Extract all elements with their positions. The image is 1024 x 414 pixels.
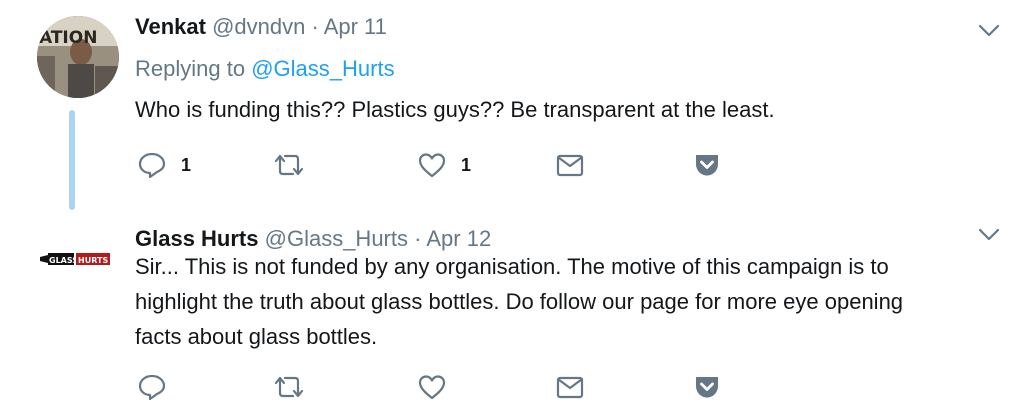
tweet-header: Venkat @dvndvn · Apr 11 <box>135 14 387 40</box>
pocket-icon <box>696 155 718 176</box>
svg-text:ATION: ATION <box>39 28 97 48</box>
direct-message-icon <box>556 154 584 177</box>
retweet-button[interactable] <box>271 150 321 180</box>
separator: · <box>311 14 319 39</box>
tweet-text-line: facts about glass bottles. <box>135 324 378 349</box>
reply-count: 1 <box>181 154 192 175</box>
reply-button[interactable] <box>137 372 181 402</box>
replying-to-label: Replying to <box>135 56 246 81</box>
user-handle[interactable]: @Glass_Hurts <box>265 226 408 251</box>
like-icon <box>418 153 446 178</box>
direct-message-icon <box>556 376 584 399</box>
tweet-date[interactable]: Apr 11 <box>324 14 387 39</box>
pocket-button[interactable] <box>693 150 721 180</box>
glass-hurts-logo[interactable]: GLASS HURTS <box>40 248 112 270</box>
replying-to: Replying to @Glass_Hurts <box>135 56 395 82</box>
reply-icon <box>138 374 166 401</box>
tweet-actions: 1 1 <box>135 150 735 180</box>
tweet-text-line: highlight the truth about glass bottles.… <box>135 289 904 314</box>
like-count: 1 <box>461 154 472 175</box>
pocket-icon <box>696 377 718 398</box>
display-name[interactable]: Venkat <box>135 14 206 39</box>
replying-to-mention[interactable]: @Glass_Hurts <box>251 56 394 81</box>
tweet-text: Who is funding this?? Plastics guys?? Be… <box>135 97 775 122</box>
chevron-down-icon[interactable] <box>978 24 1000 38</box>
profile-photo-icon: ATION <box>37 16 119 98</box>
retweet-button[interactable] <box>271 372 321 402</box>
separator: · <box>414 226 422 251</box>
direct-message-button[interactable] <box>555 372 585 402</box>
user-handle[interactable]: @dvndvn <box>212 14 305 39</box>
retweet-icon <box>274 376 304 398</box>
tweet[interactable]: GLASS HURTS Glass Hurts @Glass_Hurts · A… <box>0 210 1024 414</box>
chevron-down-icon[interactable] <box>978 228 1000 242</box>
tweet-text-line: Sir... This is not funded by any organis… <box>135 254 889 279</box>
tweet[interactable]: ATION Venkat @dvndvn · Apr 11 Replying t… <box>0 0 1024 210</box>
like-icon <box>418 375 446 400</box>
pocket-button[interactable] <box>693 372 721 402</box>
tweet-actions <box>135 372 735 402</box>
direct-message-button[interactable] <box>555 150 585 180</box>
reply-button[interactable]: 1 <box>137 150 191 180</box>
retweet-icon <box>274 154 304 176</box>
tweet-text: Sir... This is not funded by any organis… <box>135 249 1005 354</box>
reply-icon <box>138 152 166 179</box>
svg-text:GLASS: GLASS <box>49 256 78 265</box>
avatar[interactable]: ATION <box>37 16 119 98</box>
display-name[interactable]: Glass Hurts <box>135 226 259 251</box>
like-button[interactable]: 1 <box>417 150 471 180</box>
like-button[interactable] <box>417 372 461 402</box>
svg-text:HURTS: HURTS <box>78 256 108 265</box>
tweet-date[interactable]: Apr 12 <box>426 226 491 251</box>
thread-connector <box>69 110 75 210</box>
